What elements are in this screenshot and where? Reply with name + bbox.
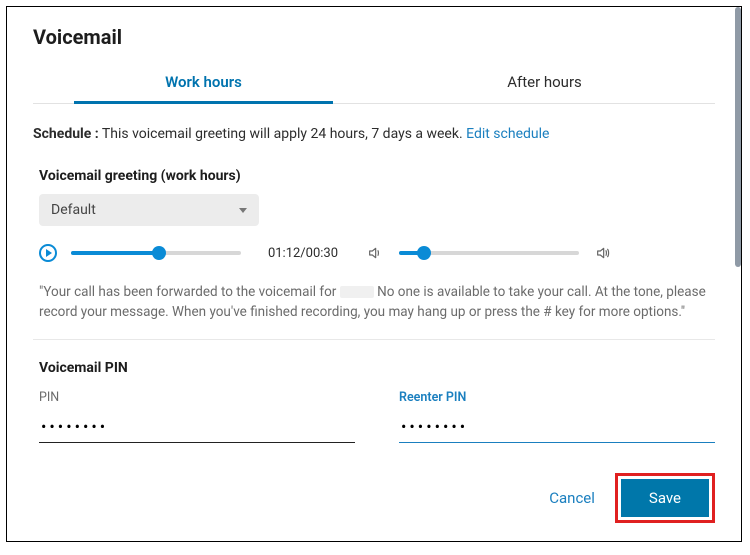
edit-schedule-link[interactable]: Edit schedule (466, 126, 549, 142)
schedule-description: This voicemail greeting will apply 24 ho… (99, 126, 466, 142)
divider (33, 339, 715, 340)
schedule-label: Schedule : (33, 126, 99, 142)
save-highlight: Save (615, 473, 715, 523)
page-title: Voicemail (33, 25, 715, 49)
pin-heading: Voicemail PIN (39, 360, 715, 376)
greeting-heading: Voicemail greeting (work hours) (39, 168, 715, 184)
playback-time: 01:12/00:30 (255, 246, 351, 261)
play-icon[interactable] (39, 244, 57, 262)
audio-player: 01:12/00:30 (39, 244, 715, 262)
pin-input[interactable] (39, 413, 355, 443)
redacted-name (340, 286, 374, 298)
greeting-transcript: "Your call has been forwarded to the voi… (39, 282, 715, 323)
volume-max-icon[interactable] (593, 245, 613, 261)
volume-mute-icon[interactable] (365, 245, 385, 261)
pin-label: PIN (39, 390, 355, 405)
greeting-select[interactable]: Default (39, 194, 259, 226)
chevron-down-icon (239, 208, 247, 213)
footer-actions: Cancel Save (549, 473, 715, 523)
schedule-row: Schedule : This voicemail greeting will … (33, 126, 715, 142)
reenter-pin-label: Reenter PIN (399, 390, 715, 405)
scrollbar[interactable] (735, 7, 741, 267)
seek-slider[interactable] (71, 251, 241, 255)
volume-slider[interactable] (399, 251, 579, 255)
reenter-pin-input[interactable] (399, 413, 715, 443)
tabs: Work hours After hours (33, 63, 715, 104)
greeting-select-value: Default (51, 202, 96, 218)
tab-after-hours[interactable]: After hours (374, 63, 715, 103)
cancel-button[interactable]: Cancel (549, 489, 595, 507)
tab-work-hours[interactable]: Work hours (33, 63, 374, 103)
save-button[interactable]: Save (621, 479, 709, 517)
